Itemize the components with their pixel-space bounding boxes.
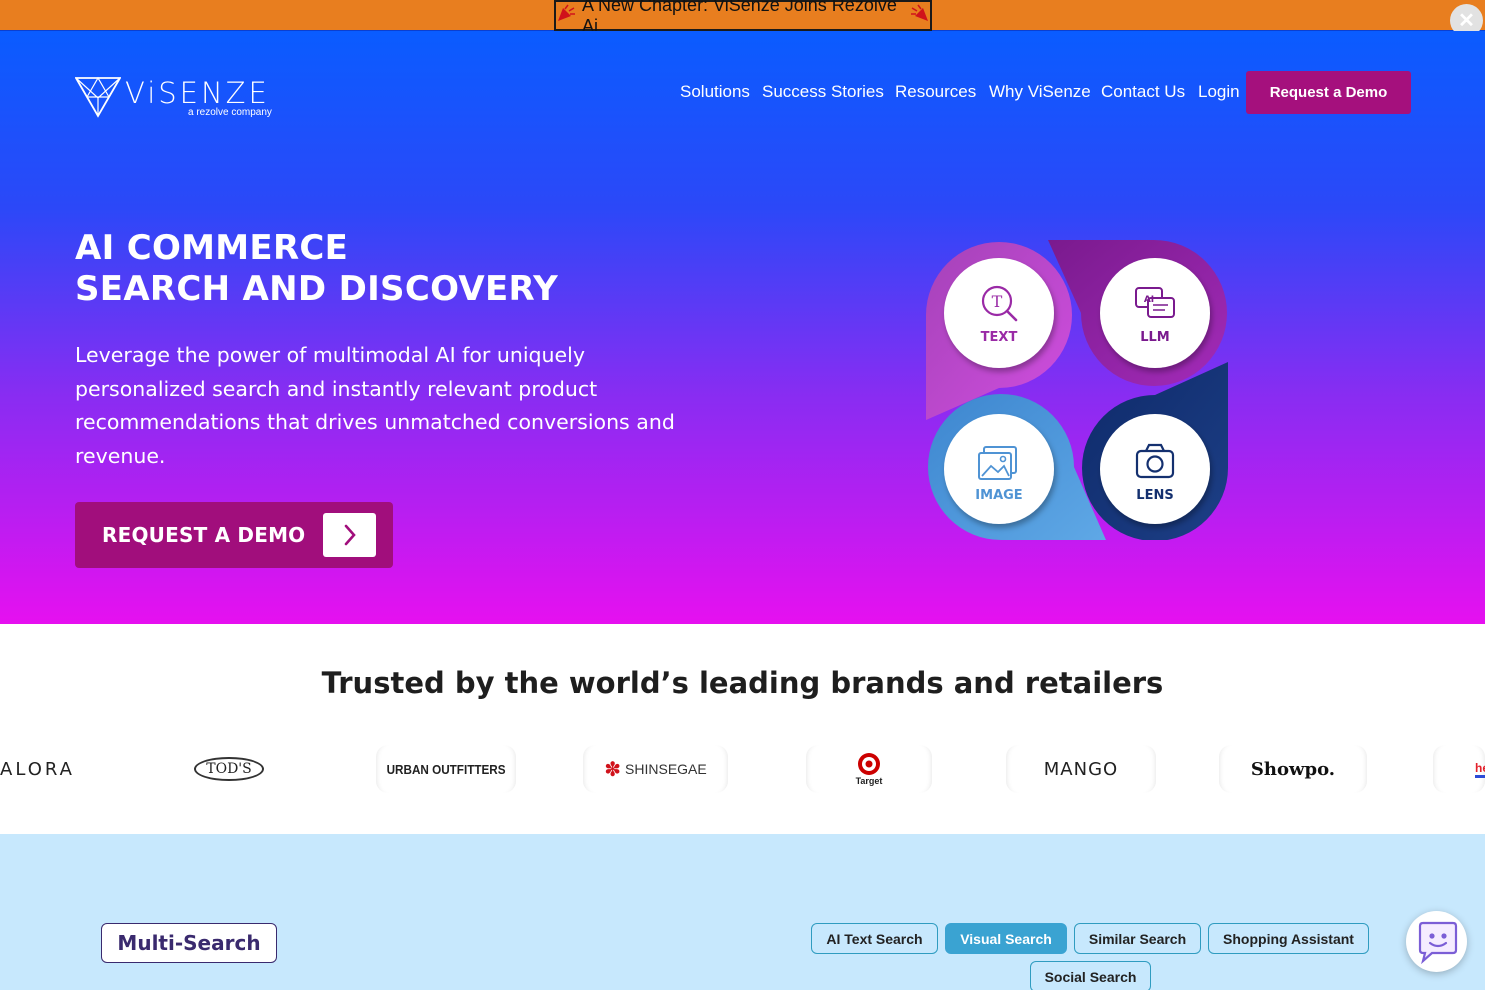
nav-contact-us[interactable]: Contact Us: [1101, 82, 1185, 102]
chatbot-launcher[interactable]: [1406, 911, 1467, 972]
request-demo-button[interactable]: Request a Demo: [1246, 71, 1411, 114]
nav-why-visenze[interactable]: Why ViSenze: [989, 82, 1091, 102]
graphic-label-lens: LENS: [1136, 488, 1173, 503]
nav-solutions[interactable]: Solutions: [680, 82, 750, 102]
brand-logo-showpo: Showpo.: [1219, 745, 1367, 793]
multimodal-graphic: T AI TEXT LLM IMAGE LENS: [926, 240, 1228, 540]
trusted-title: Trusted by the world’s leading brands an…: [321, 666, 1164, 700]
brand-logo-tods: TOD'S: [194, 745, 264, 793]
tab-similar-search[interactable]: Similar Search: [1074, 923, 1201, 954]
announcement-link[interactable]: A New Chapter: ViSenze Joins Rezolve Ai: [554, 0, 932, 36]
logo-wordmark: ViSENZE: [125, 76, 270, 110]
visenze-logo[interactable]: ViSENZE a rezolve company: [75, 76, 285, 124]
brand-logo-zalora: ALORA: [0, 758, 75, 780]
graphic-label-llm: LLM: [1140, 330, 1170, 345]
hero-cta-label: REQUEST A DEMO: [102, 523, 306, 547]
hero-section: ViSENZE a rezolve company Solutions Succ…: [0, 31, 1485, 624]
svg-text:T: T: [992, 292, 1003, 311]
graphic-label-text: TEXT: [981, 330, 1018, 345]
tab-shopping-assistant[interactable]: Shopping Assistant: [1208, 923, 1369, 954]
brand-logo-shinsegae: ✽ SHINSEGAE: [583, 745, 728, 793]
target-bullseye-icon: [858, 753, 880, 775]
hero-title: AI COMMERCE SEARCH AND DISCOVERY: [75, 228, 558, 310]
tab-social-search[interactable]: Social Search: [1030, 961, 1151, 990]
party-popper-icon: [910, 4, 930, 27]
hero-title-line-2: SEARCH AND DISCOVERY: [75, 269, 559, 309]
brand-logo-urban-outfitters: URBAN OUTFITTERS: [376, 745, 516, 793]
nav-success-stories[interactable]: Success Stories: [762, 82, 884, 102]
brand-logo-target: Target: [806, 745, 932, 793]
brand-logo-partial: he: [1433, 745, 1485, 793]
chevron-right-icon: [323, 513, 376, 557]
hero-title-line-1: AI COMMERCE: [75, 228, 349, 268]
chatbot-face-icon: [1418, 921, 1457, 964]
nav-login[interactable]: Login: [1198, 82, 1240, 102]
announcement-bar: A New Chapter: ViSenze Joins Rezolve Ai …: [0, 0, 1485, 37]
tab-ai-text-search[interactable]: AI Text Search: [811, 923, 938, 954]
graphic-label-image: IMAGE: [975, 488, 1022, 503]
logo-triangle-icon: [75, 76, 121, 118]
party-popper-icon: [556, 4, 576, 27]
nav-resources[interactable]: Resources: [895, 82, 976, 102]
hero-description: Leverage the power of multimodal AI for …: [75, 343, 675, 468]
tab-visual-search[interactable]: Visual Search: [945, 923, 1067, 954]
svg-text:AI: AI: [1144, 295, 1154, 305]
brand-logo-mango: MANGO: [1006, 745, 1156, 793]
multisearch-section: Multi-Search AI Text Search Visual Searc…: [0, 834, 1485, 990]
trusted-brands-section: Trusted by the world’s leading brands an…: [0, 624, 1485, 834]
hero-cta-button[interactable]: REQUEST A DEMO: [75, 502, 393, 568]
logo-subtitle: a rezolve company: [188, 107, 272, 118]
shinsegae-flower-icon: ✽: [604, 758, 622, 781]
multisearch-title: Multi-Search: [101, 923, 277, 963]
